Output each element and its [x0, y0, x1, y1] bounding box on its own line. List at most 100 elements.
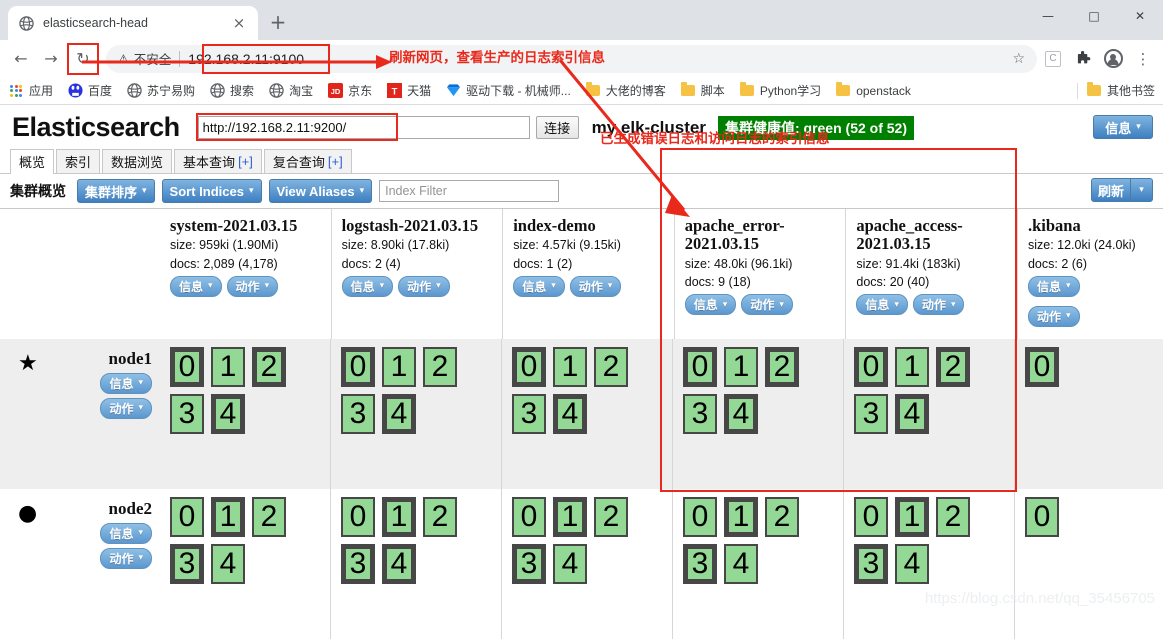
node-action-button[interactable]: 动作 ▾ [100, 547, 152, 569]
replica-shard[interactable]: 1 [211, 346, 245, 387]
replica-shard[interactable]: 2 [423, 496, 457, 537]
bookmark-search[interactable]: 搜索 [209, 82, 254, 99]
primary-shard[interactable]: 0 [341, 346, 375, 387]
bookmark-folder-blog[interactable]: 大佬的博客 [585, 82, 666, 99]
replica-shard[interactable]: 1 [382, 346, 416, 387]
not-secure-indicator[interactable]: ⚠ 不安全 [118, 49, 171, 68]
replica-shard[interactable]: 2 [765, 496, 799, 537]
bookmark-baidu[interactable]: 百度 [67, 82, 112, 99]
replica-shard[interactable]: 0 [170, 496, 204, 537]
browser-tab[interactable]: elasticsearch-head × [8, 6, 258, 40]
node-action-button[interactable]: 动作 ▾ [100, 397, 152, 419]
refresh-dropdown-chevron-icon[interactable]: ▾ [1131, 178, 1153, 202]
extension-c-icon[interactable]: C [1039, 45, 1067, 73]
primary-shard[interactable]: 3 [170, 543, 204, 584]
replica-shard[interactable]: 4 [724, 543, 758, 584]
replica-shard[interactable]: 1 [895, 346, 929, 387]
node-info-button[interactable]: 信息 ▾ [100, 372, 152, 394]
view-aliases-button[interactable]: View Aliases ▾ [268, 179, 373, 203]
tab-close-icon[interactable]: × [230, 14, 248, 32]
primary-shard[interactable]: 4 [895, 393, 929, 434]
bookmark-star-icon[interactable]: ☆ [1012, 51, 1025, 67]
replica-shard[interactable]: 2 [594, 496, 628, 537]
index-info-button[interactable]: 信息 ▾ [341, 275, 394, 297]
replica-shard[interactable]: 2 [594, 346, 628, 387]
node-info-button[interactable]: 信息 ▾ [100, 522, 152, 544]
header-info-button[interactable]: 信息 ▾ [1093, 115, 1153, 139]
tab-composite-query[interactable]: 复合查询 [+] [263, 149, 352, 173]
index-info-button[interactable]: 信息 ▾ [1027, 275, 1080, 297]
replica-shard[interactable]: 3 [512, 393, 546, 434]
bookmark-apps[interactable]: 应用 [8, 82, 53, 99]
replica-shard[interactable]: 0 [341, 496, 375, 537]
replica-shard[interactable]: 3 [854, 393, 888, 434]
primary-shard[interactable]: 0 [170, 346, 204, 387]
primary-shard[interactable]: 0 [512, 346, 546, 387]
replica-shard[interactable]: 0 [512, 496, 546, 537]
primary-shard[interactable]: 3 [341, 543, 375, 584]
primary-shard[interactable]: 2 [936, 346, 970, 387]
new-tab-button[interactable]: + [264, 8, 292, 36]
forward-button[interactable]: → [36, 44, 66, 74]
replica-shard[interactable]: 3 [683, 393, 717, 434]
replica-shard[interactable]: 0 [854, 496, 888, 537]
profile-avatar-icon[interactable] [1099, 45, 1127, 73]
window-maximize-button[interactable]: □ [1071, 0, 1117, 32]
index-action-button[interactable]: 动作 ▾ [569, 275, 622, 297]
primary-shard[interactable]: 1 [382, 496, 416, 537]
primary-shard[interactable]: 3 [683, 543, 717, 584]
primary-shard[interactable]: 3 [854, 543, 888, 584]
replica-shard[interactable]: 4 [553, 543, 587, 584]
replica-shard[interactable]: 4 [895, 543, 929, 584]
replica-shard[interactable]: 2 [423, 346, 457, 387]
connect-button[interactable]: 连接 [535, 116, 579, 139]
primary-shard[interactable]: 1 [211, 496, 245, 537]
window-minimize-button[interactable]: — [1025, 0, 1071, 32]
window-close-button[interactable]: ✕ [1117, 0, 1163, 32]
extensions-puzzle-icon[interactable] [1069, 45, 1097, 73]
bookmark-folder-python[interactable]: Python学习 [739, 82, 821, 99]
replica-shard[interactable]: 2 [252, 496, 286, 537]
primary-shard[interactable]: 4 [382, 393, 416, 434]
primary-shard[interactable]: 1 [724, 496, 758, 537]
replica-shard[interactable]: 0 [683, 496, 717, 537]
index-action-button[interactable]: 动作 ▾ [1027, 305, 1080, 327]
primary-shard[interactable]: 1 [553, 496, 587, 537]
bookmark-folder-openstack[interactable]: openstack [835, 82, 911, 99]
replica-shard[interactable]: 3 [170, 393, 204, 434]
index-action-button[interactable]: 动作 ▾ [912, 294, 965, 316]
back-button[interactable]: ← [6, 44, 36, 74]
replica-shard[interactable]: 1 [553, 346, 587, 387]
replica-shard[interactable]: 2 [936, 496, 970, 537]
index-info-button[interactable]: 信息 ▾ [170, 275, 222, 297]
primary-shard[interactable]: 2 [765, 346, 799, 387]
replica-shard[interactable]: 3 [341, 393, 375, 434]
tab-basic-query[interactable]: 基本查询 [+] [174, 149, 262, 173]
bookmark-suning[interactable]: 苏宁易购 [126, 82, 195, 99]
index-action-button[interactable]: 动作 ▾ [398, 275, 450, 297]
index-action-button[interactable]: 动作 ▾ [741, 294, 793, 316]
primary-shard[interactable]: 4 [382, 543, 416, 584]
tab-indices[interactable]: 索引 [56, 149, 101, 173]
primary-shard[interactable]: 0 [683, 346, 717, 387]
tab-overview[interactable]: 概览 [10, 149, 55, 174]
primary-shard[interactable]: 3 [512, 543, 546, 584]
chrome-menu-icon[interactable]: ⋮ [1129, 45, 1157, 73]
bookmark-folder-scripts[interactable]: 脚本 [680, 82, 725, 99]
primary-shard[interactable]: 0 [1025, 346, 1059, 387]
replica-shard[interactable]: 0 [1025, 496, 1059, 537]
index-action-button[interactable]: 动作 ▾ [226, 275, 279, 297]
other-bookmarks-folder[interactable]: 其他书签 [1086, 82, 1155, 99]
primary-shard[interactable]: 4 [553, 393, 587, 434]
bookmark-jd[interactable]: JD 京东 [327, 82, 372, 99]
primary-shard[interactable]: 0 [854, 346, 888, 387]
index-filter-input[interactable]: Index Filter [379, 180, 560, 202]
bookmark-tmall[interactable]: T 天猫 [386, 82, 431, 99]
index-info-button[interactable]: 信息 ▾ [856, 294, 908, 316]
bookmark-driver-download[interactable]: 驱动下载 - 机械师... [445, 82, 571, 99]
index-info-button[interactable]: 信息 ▾ [513, 275, 565, 297]
primary-shard[interactable]: 4 [724, 393, 758, 434]
primary-shard[interactable]: 2 [252, 346, 286, 387]
sort-cluster-button[interactable]: 集群排序 ▾ [77, 179, 155, 203]
replica-shard[interactable]: 4 [211, 543, 245, 584]
